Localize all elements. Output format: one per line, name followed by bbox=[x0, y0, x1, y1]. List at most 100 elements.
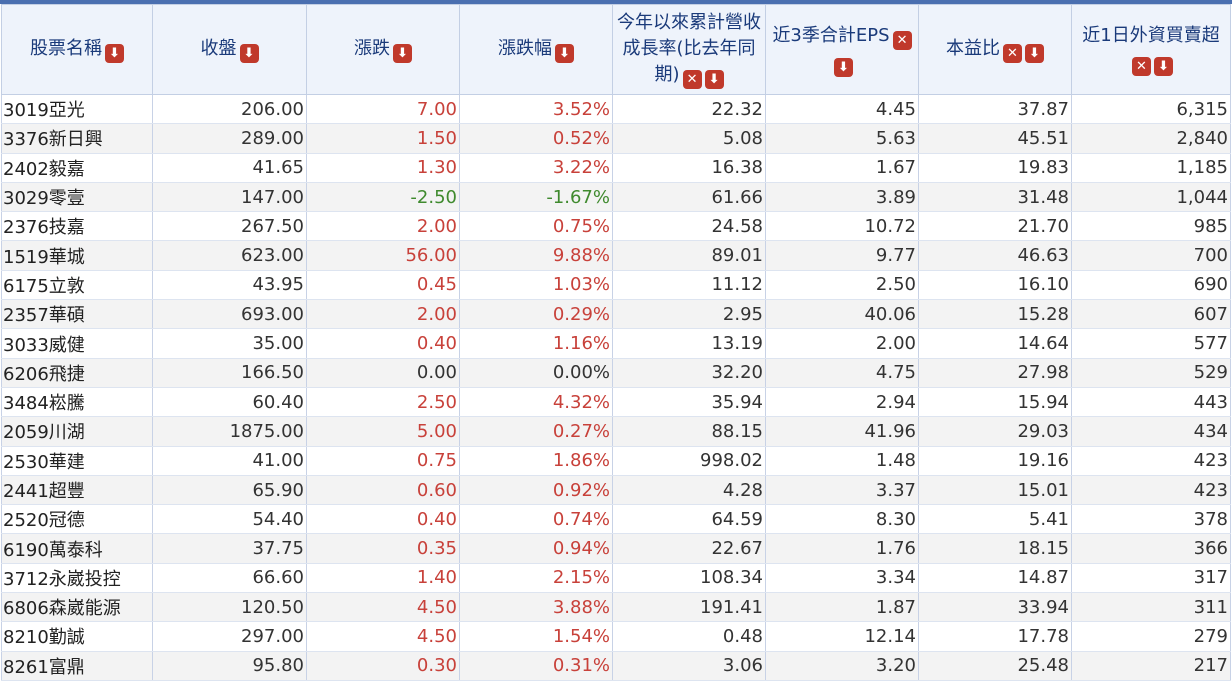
table-cell: 1.48 bbox=[765, 446, 919, 476]
table-cell: 29.03 bbox=[918, 416, 1072, 447]
table-cell: 0.52% bbox=[459, 123, 613, 154]
table-row[interactable]: 8261富鼎 95.80 0.30 0.31% 3.06 3.20 25.48 217 bbox=[1, 651, 1231, 681]
table-row[interactable]: 6175立敦 43.95 0.45 1.03% 11.12 2.50 16.10 690 bbox=[1, 270, 1231, 301]
stock-name-link[interactable]: 3376新日興 bbox=[1, 123, 153, 154]
sort-down-icon[interactable]: ⬇ bbox=[704, 70, 724, 89]
table-row[interactable]: 2520冠德 54.40 0.40 0.74% 64.59 8.30 5.41 378 bbox=[1, 504, 1231, 535]
table-row[interactable]: 2402毅嘉 41.65 1.30 3.22% 16.38 1.67 19.83 1,185 bbox=[1, 153, 1231, 183]
stock-name-link[interactable]: 3712永崴投控 bbox=[1, 563, 153, 594]
table-cell: 43.95 bbox=[152, 270, 307, 301]
table-cell: 0.40 bbox=[306, 504, 460, 535]
table-row[interactable]: 6206飛捷 166.50 0.00 0.00% 32.20 4.75 27.98 529 bbox=[1, 358, 1231, 388]
table-cell: 267.50 bbox=[152, 211, 307, 242]
table-cell: 95.80 bbox=[152, 651, 307, 681]
stock-name-link[interactable]: 3029零壹 bbox=[1, 182, 153, 213]
column-header-0[interactable]: 股票名稱 ⬇ bbox=[1, 4, 153, 95]
table-row[interactable]: 1519華城 623.00 56.00 9.88% 89.01 9.77 46.63 700 bbox=[1, 240, 1231, 271]
table-cell: 16.38 bbox=[612, 153, 766, 183]
stock-name-link[interactable]: 2402毅嘉 bbox=[1, 153, 153, 183]
table-cell: 423 bbox=[1071, 446, 1231, 476]
table-cell: 5.00 bbox=[306, 416, 460, 447]
column-header-label: 近1日外資買賣超 bbox=[1082, 25, 1220, 46]
stock-name-link[interactable]: 6806森崴能源 bbox=[1, 592, 153, 623]
table-cell: 690 bbox=[1071, 270, 1231, 301]
table-row[interactable]: 2376技嘉 267.50 2.00 0.75% 24.58 10.72 21.70 985 bbox=[1, 211, 1231, 242]
table-cell: 166.50 bbox=[152, 358, 307, 388]
remove-column-icon[interactable]: ✕ bbox=[1003, 44, 1022, 63]
column-header-1[interactable]: 收盤 ⬇ bbox=[152, 4, 307, 95]
table-cell: 4.75 bbox=[765, 358, 919, 388]
stock-table: 股票名稱 ⬇ 收盤 ⬇ 漲跌 ⬇ 漲跌幅 ⬇ 今年以來累計營收成長率(比去年同期) ✕ ⬇ 近3季合計… bbox=[1, 4, 1231, 681]
table-cell: 3.22% bbox=[459, 153, 613, 183]
table-cell: 0.94% bbox=[459, 533, 613, 564]
stock-name-link[interactable]: 2059川湖 bbox=[1, 416, 153, 447]
column-header-7[interactable]: 近1日外資買賣超 ✕ ⬇ bbox=[1071, 4, 1231, 95]
stock-name-link[interactable]: 3033威健 bbox=[1, 328, 153, 359]
table-cell: 607 bbox=[1071, 299, 1231, 330]
table-cell: 3.06 bbox=[612, 651, 766, 681]
column-header-4[interactable]: 今年以來累計營收成長率(比去年同期) ✕ ⬇ bbox=[612, 4, 766, 95]
remove-column-icon[interactable]: ✕ bbox=[892, 30, 912, 50]
sort-down-icon[interactable]: ⬇ bbox=[1025, 44, 1044, 63]
table-cell: 25.48 bbox=[918, 651, 1072, 681]
table-row[interactable]: 3484崧騰 60.40 2.50 4.32% 35.94 2.94 15.94 443 bbox=[1, 387, 1231, 418]
stock-name-link[interactable]: 8261富鼎 bbox=[1, 651, 153, 681]
table-row[interactable]: 3029零壹 147.00 -2.50 -1.67% 61.66 3.89 31.48 1,0… bbox=[1, 182, 1231, 213]
stock-name-link[interactable]: 8210勤誠 bbox=[1, 621, 153, 652]
table-cell: 1.54% bbox=[459, 621, 613, 652]
sort-down-icon[interactable]: ⬇ bbox=[555, 44, 574, 63]
column-header-2[interactable]: 漲跌 ⬇ bbox=[306, 4, 460, 95]
stock-name-link[interactable]: 3484崧騰 bbox=[1, 387, 153, 418]
stock-name-link[interactable]: 6206飛捷 bbox=[1, 358, 153, 388]
column-header-label: 股票名稱 bbox=[30, 38, 102, 59]
stock-name-link[interactable]: 2441超豐 bbox=[1, 475, 153, 506]
table-cell: 700 bbox=[1071, 240, 1231, 271]
sort-down-icon[interactable]: ⬇ bbox=[834, 57, 853, 77]
table-cell: 1.67 bbox=[765, 153, 919, 183]
table-cell: 0.45 bbox=[306, 270, 460, 301]
stock-name-link[interactable]: 2357華碩 bbox=[1, 299, 153, 330]
table-row[interactable]: 3376新日興 289.00 1.50 0.52% 5.08 5.63 45.51 2,840 bbox=[1, 123, 1231, 154]
table-row[interactable]: 2530華建 41.00 0.75 1.86% 998.02 1.48 19.16 423 bbox=[1, 446, 1231, 476]
table-row[interactable]: 3019亞光 206.00 7.00 3.52% 22.32 4.45 37.87 6,315 bbox=[1, 94, 1231, 125]
table-cell: 108.34 bbox=[612, 563, 766, 594]
sort-down-icon[interactable]: ⬇ bbox=[105, 44, 124, 63]
table-cell: 14.87 bbox=[918, 563, 1072, 594]
table-row[interactable]: 6806森崴能源 120.50 4.50 3.88% 191.41 1.87 33.94 31… bbox=[1, 592, 1231, 623]
stock-name-link[interactable]: 1519華城 bbox=[1, 240, 153, 271]
column-header-5[interactable]: 近3季合計EPS ✕ ⬇ bbox=[765, 4, 919, 95]
table-row[interactable]: 2059川湖 1875.00 5.00 0.27% 88.15 41.96 29.03 434 bbox=[1, 416, 1231, 447]
table-cell: 66.60 bbox=[152, 563, 307, 594]
table-cell: 54.40 bbox=[152, 504, 307, 535]
table-row[interactable]: 3033威健 35.00 0.40 1.16% 13.19 2.00 14.64 577 bbox=[1, 328, 1231, 359]
column-header-3[interactable]: 漲跌幅 ⬇ bbox=[459, 4, 613, 95]
remove-column-icon[interactable]: ✕ bbox=[682, 70, 702, 89]
stock-name-link[interactable]: 6175立敦 bbox=[1, 270, 153, 301]
column-header-label: 漲跌 bbox=[354, 38, 390, 59]
table-row[interactable]: 3712永崴投控 66.60 1.40 2.15% 108.34 3.34 14.87 317 bbox=[1, 563, 1231, 594]
table-row[interactable]: 6190萬泰科 37.75 0.35 0.94% 22.67 1.76 18.15 366 bbox=[1, 533, 1231, 564]
stock-name-link[interactable]: 2530華建 bbox=[1, 446, 153, 476]
column-header-6[interactable]: 本益比 ✕ ⬇ bbox=[918, 4, 1072, 95]
stock-name-link[interactable]: 3019亞光 bbox=[1, 94, 153, 125]
table-cell: 0.74% bbox=[459, 504, 613, 535]
table-cell: 61.66 bbox=[612, 182, 766, 213]
table-cell: 3.37 bbox=[765, 475, 919, 506]
column-header-label: 本益比 bbox=[946, 38, 1000, 59]
table-cell: 3.88% bbox=[459, 592, 613, 623]
table-row[interactable]: 2357華碩 693.00 2.00 0.29% 2.95 40.06 15.28 607 bbox=[1, 299, 1231, 330]
table-cell: 1.16% bbox=[459, 328, 613, 359]
stock-name-link[interactable]: 2520冠德 bbox=[1, 504, 153, 535]
table-cell: 3.52% bbox=[459, 94, 613, 125]
remove-column-icon[interactable]: ✕ bbox=[1132, 57, 1151, 76]
sort-down-icon[interactable]: ⬇ bbox=[1154, 57, 1173, 76]
table-cell: 18.15 bbox=[918, 533, 1072, 564]
sort-down-icon[interactable]: ⬇ bbox=[393, 44, 412, 63]
table-cell: 985 bbox=[1071, 211, 1231, 242]
stock-name-link[interactable]: 6190萬泰科 bbox=[1, 533, 153, 564]
table-row[interactable]: 2441超豐 65.90 0.60 0.92% 4.28 3.37 15.01 423 bbox=[1, 475, 1231, 506]
sort-down-icon[interactable]: ⬇ bbox=[239, 44, 259, 63]
table-cell: 1,185 bbox=[1071, 153, 1231, 183]
stock-name-link[interactable]: 2376技嘉 bbox=[1, 211, 153, 242]
table-row[interactable]: 8210勤誠 297.00 4.50 1.54% 0.48 12.14 17.78 279 bbox=[1, 621, 1231, 652]
